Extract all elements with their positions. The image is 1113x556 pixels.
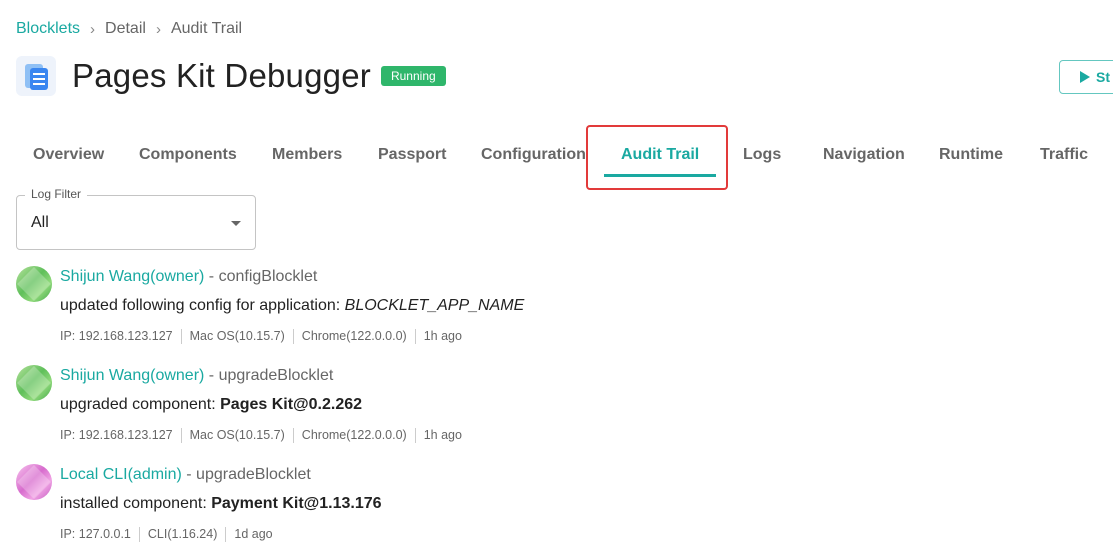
app-header: Pages Kit Debugger Running bbox=[16, 56, 446, 96]
breadcrumb-detail: Detail bbox=[105, 20, 146, 37]
entry-header: Shijun Wang(owner) - configBlocklet bbox=[60, 268, 317, 286]
tab-audit-trail[interactable]: Audit Trail bbox=[621, 134, 699, 176]
entry-message-detail: Payment Kit@1.13.176 bbox=[211, 495, 382, 512]
entry-action: upgradeBlocklet bbox=[196, 466, 311, 483]
entry-action: upgradeBlocklet bbox=[218, 367, 334, 384]
entry-message-detail: Pages Kit@0.2.262 bbox=[220, 396, 363, 413]
start-button[interactable]: St bbox=[1059, 60, 1113, 94]
entry-time: 1h ago bbox=[414, 329, 470, 344]
tab-navigation[interactable]: Navigation bbox=[823, 134, 905, 176]
breadcrumb-blocklets-link[interactable]: Blocklets bbox=[16, 20, 80, 38]
entry-message-text: updated following config for application… bbox=[60, 297, 345, 314]
log-filter-label: Log Filter bbox=[25, 187, 88, 201]
entry-message: installed component: Payment Kit@1.13.17… bbox=[60, 495, 382, 513]
entry-message-text: installed component: bbox=[60, 495, 212, 512]
entry-separator: - bbox=[181, 466, 197, 483]
start-button-label: St bbox=[1096, 69, 1110, 85]
tab-overview[interactable]: Overview bbox=[33, 134, 104, 176]
tab-traffic[interactable]: Traffic bbox=[1040, 134, 1088, 176]
entry-message-text: upgraded component: bbox=[60, 396, 221, 413]
active-tab-indicator bbox=[604, 174, 716, 177]
play-icon bbox=[1080, 71, 1090, 83]
entry-ip: IP: 192.168.123.127 bbox=[60, 428, 173, 442]
entry-ip: IP: 192.168.123.127 bbox=[60, 329, 173, 343]
page-title: Pages Kit Debugger bbox=[72, 57, 371, 94]
avatar bbox=[16, 266, 52, 302]
entry-os: Mac OS(10.15.7) bbox=[180, 428, 293, 443]
breadcrumb-separator: › bbox=[155, 20, 161, 38]
entry-message: upgraded component: Pages Kit@0.2.262 bbox=[60, 396, 362, 414]
entry-ip: IP: 127.0.0.1 bbox=[60, 527, 131, 541]
app-pages-icon bbox=[16, 56, 56, 96]
entry-time: 1d ago bbox=[225, 527, 280, 542]
avatar bbox=[16, 365, 52, 401]
breadcrumb: Blocklets › Detail › Audit Trail bbox=[16, 20, 242, 38]
tab-runtime[interactable]: Runtime bbox=[939, 134, 1003, 176]
entry-message: updated following config for application… bbox=[60, 297, 524, 315]
entry-user-link[interactable]: Shijun Wang(owner) bbox=[60, 367, 204, 384]
entry-os: Mac OS(10.15.7) bbox=[180, 329, 293, 344]
tab-logs[interactable]: Logs bbox=[743, 134, 781, 176]
entry-meta: IP: 127.0.0.1 CLI(1.16.24) 1d ago bbox=[60, 527, 281, 542]
entry-header: Shijun Wang(owner) - upgradeBlocklet bbox=[60, 367, 333, 385]
entry-meta: IP: 192.168.123.127 Mac OS(10.15.7) Chro… bbox=[60, 428, 470, 443]
tab-members[interactable]: Members bbox=[272, 134, 342, 176]
entry-user-link[interactable]: Local CLI(admin) bbox=[60, 466, 182, 483]
entry-user-link[interactable]: Shijun Wang(owner) bbox=[60, 268, 204, 285]
entry-browser: Chrome(122.0.0.0) bbox=[292, 329, 415, 344]
entry-meta: IP: 192.168.123.127 Mac OS(10.15.7) Chro… bbox=[60, 329, 470, 344]
avatar bbox=[16, 464, 52, 500]
chevron-down-icon bbox=[231, 221, 241, 226]
breadcrumb-separator: › bbox=[90, 20, 96, 38]
entry-client: CLI(1.16.24) bbox=[138, 527, 225, 542]
tab-configuration[interactable]: Configuration bbox=[481, 134, 586, 176]
entry-header: Local CLI(admin) - upgradeBlocklet bbox=[60, 466, 311, 484]
log-filter-select[interactable]: Log Filter All bbox=[16, 187, 256, 250]
entry-browser: Chrome(122.0.0.0) bbox=[292, 428, 415, 443]
entry-action: configBlocklet bbox=[218, 268, 318, 285]
entry-separator: - bbox=[204, 367, 219, 384]
entry-time: 1h ago bbox=[414, 428, 470, 443]
tab-passport[interactable]: Passport bbox=[378, 134, 446, 176]
log-filter-value: All bbox=[31, 214, 49, 231]
tab-components[interactable]: Components bbox=[139, 134, 237, 176]
entry-separator: - bbox=[204, 268, 219, 285]
entry-message-detail: BLOCKLET_APP_NAME bbox=[344, 297, 525, 314]
status-badge: Running bbox=[380, 66, 446, 86]
breadcrumb-current: Audit Trail bbox=[170, 20, 243, 37]
